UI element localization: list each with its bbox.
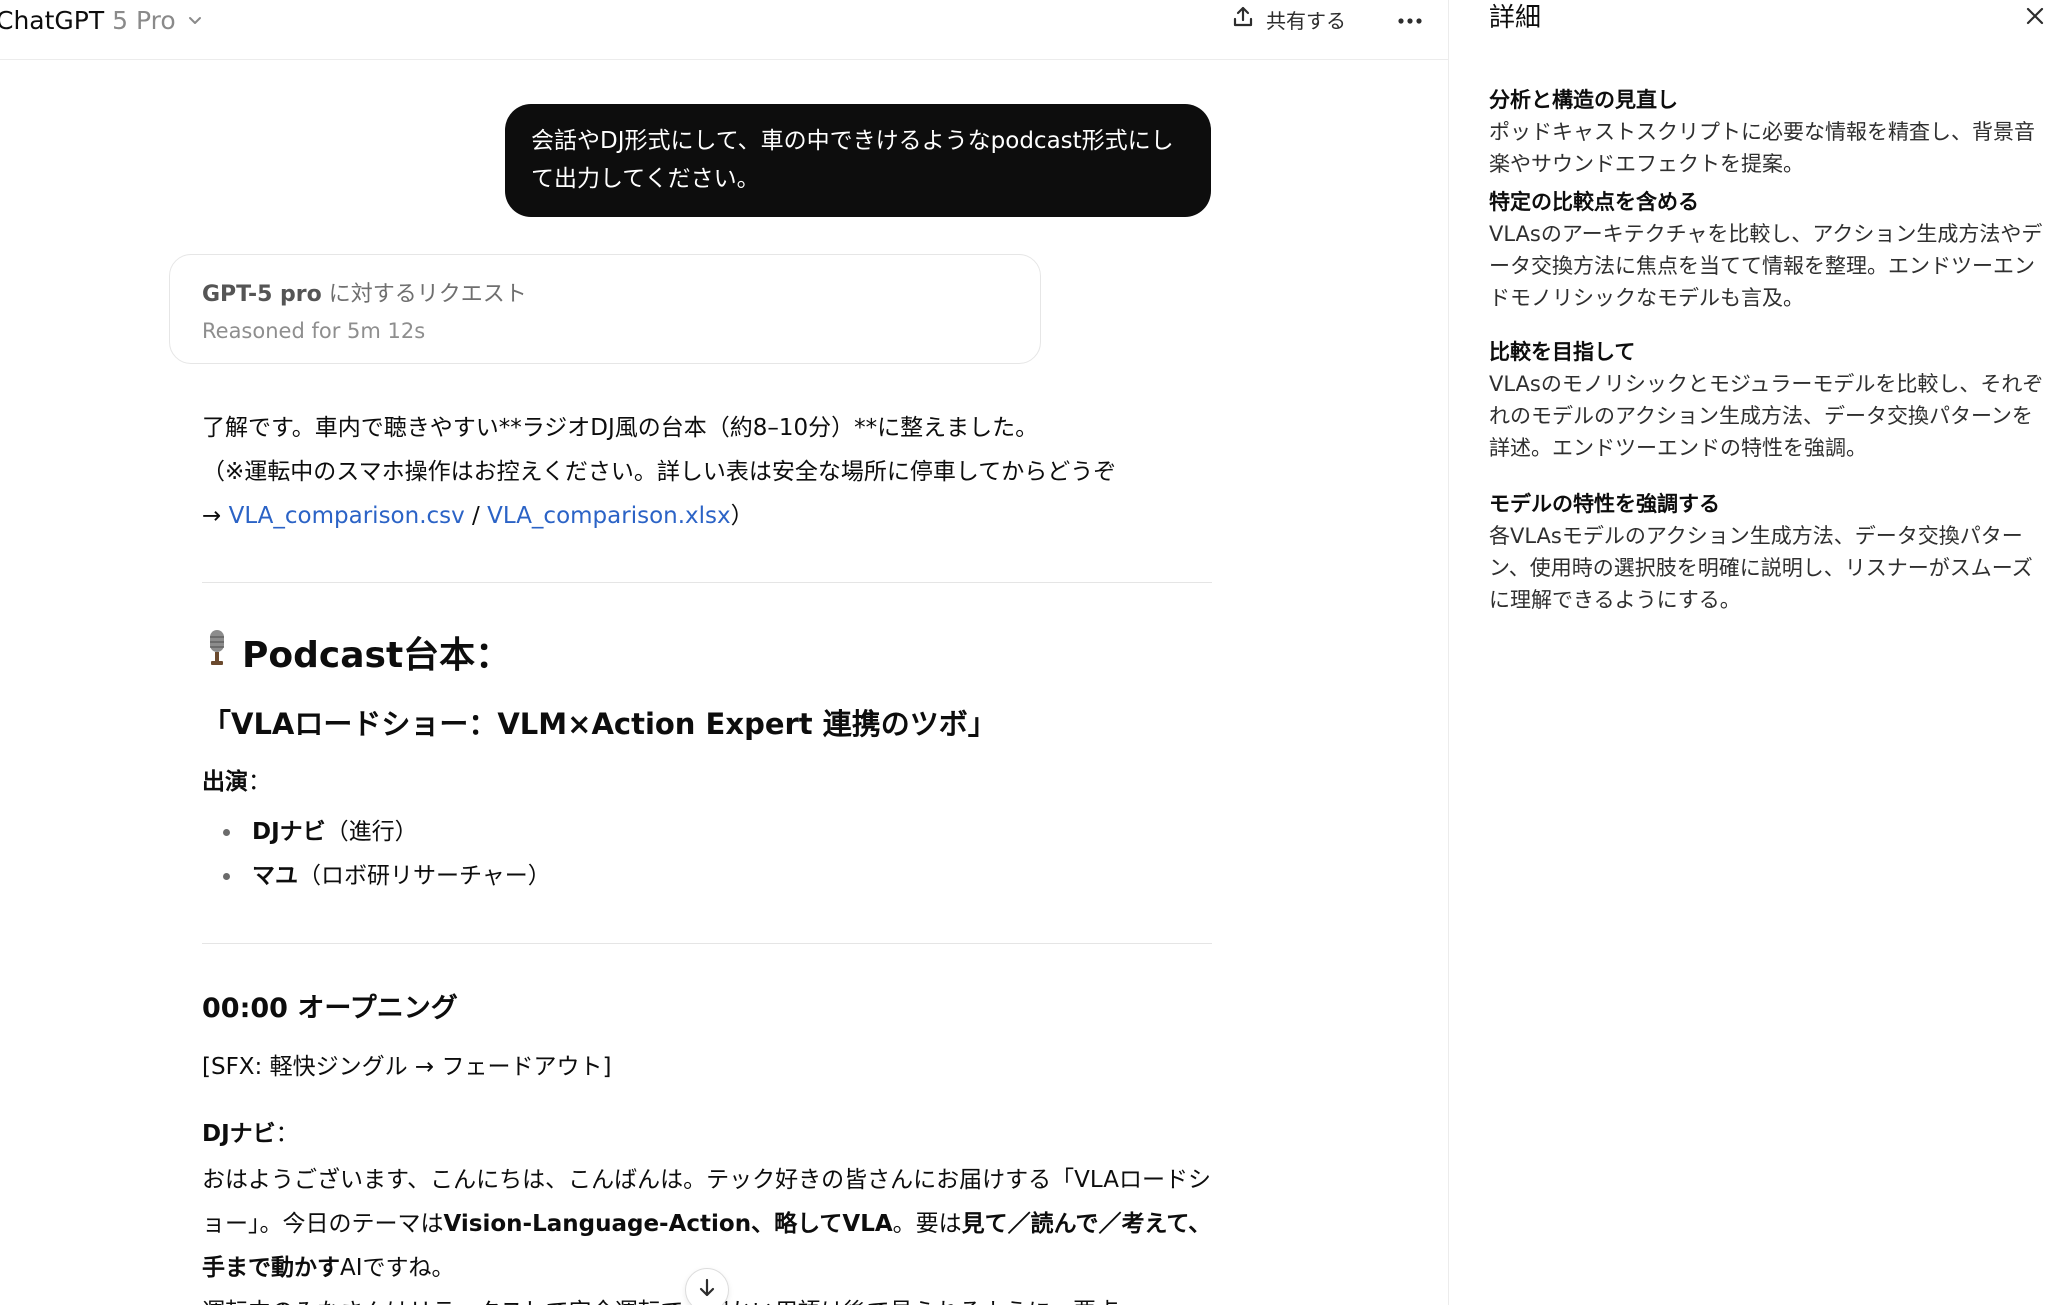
more-horizontal-icon (1397, 10, 1423, 29)
step-title: 分析と構造の見直し (1489, 88, 1678, 112)
arrow-down-icon (696, 1277, 718, 1303)
top-bar: ChatGPT 5 Pro 共有する (0, 0, 1448, 60)
step-title: モデルの特性を強調する (1489, 492, 1720, 516)
share-icon (1230, 4, 1256, 35)
microphone-icon (202, 628, 232, 683)
sfx-cue: [SFX: 軽快ジングル → フェードアウト] (202, 1054, 612, 1080)
intro-line-2: （※運転中のスマホ操作はお控えください。詳しい表は安全な場所に停車してからどうぞ (202, 459, 1117, 485)
dj-text-bold-1: Vision-Language-Action、略してVLA (443, 1211, 893, 1237)
reasoning-step: 比較を目指して VLAsのモノリシックとモジュラーモデルを比較し、それぞれのモデ… (1489, 336, 2045, 464)
list-item: DJナビ（進行） (220, 810, 551, 854)
chevron-down-icon (184, 6, 204, 35)
step-body: VLAsのアーキテクチャを比較し、アクション生成方法やデータ交換方法に焦点を当て… (1489, 222, 2043, 310)
more-options-button[interactable] (1390, 2, 1430, 36)
app-brand: ChatGPT (0, 5, 105, 35)
reasoning-duration: Reasoned for 5m 12s (202, 319, 426, 343)
step-title: 比較を目指して (1489, 340, 1636, 364)
divider (202, 582, 1212, 583)
cast-role: （ロボ研リサーチャー） (298, 863, 551, 889)
reasoning-card[interactable]: GPT-5 pro に対するリクエスト Reasoned for 5m 12s (169, 254, 1041, 364)
model-switcher[interactable]: ChatGPT 5 Pro (0, 2, 204, 38)
chat-main: ChatGPT 5 Pro 共有する 会話やDJ形式にして、車の中できけるような… (0, 0, 1448, 1305)
assistant-intro: 了解です。車内で聴きやすい**ラジオDJ風の台本（約8–10分）**に整えました… (202, 406, 1212, 538)
user-message-bubble: 会話やDJ形式にして、車の中できけるようなpodcast形式にして出力してくださ… (505, 104, 1211, 217)
step-body: ポッドキャストスクリプトに必要な情報を精査し、背景音楽やサウンドエフェクトを提案… (1489, 120, 2035, 176)
csv-download-link[interactable]: VLA_comparison.csv (229, 503, 465, 529)
arrow-text: → (202, 503, 229, 529)
close-button[interactable] (2019, 2, 2048, 34)
opening-heading: 00:00 オープニング (202, 993, 458, 1024)
cast-name: DJナビ (252, 819, 326, 845)
reasoning-step: 分析と構造の見直し ポッドキャストスクリプトに必要な情報を精査し、背景音楽やサウ… (1489, 84, 2045, 180)
xlsx-download-link[interactable]: VLA_comparison.xlsx (487, 503, 731, 529)
cast-label-text: 出演 (202, 769, 248, 795)
podcast-heading-text: Podcast台本： (242, 634, 512, 676)
share-button[interactable]: 共有する (1230, 2, 1346, 36)
dj-text-3: AIですね。 (340, 1255, 455, 1281)
cast-name: マユ (252, 863, 298, 889)
link-separator: / (464, 503, 488, 529)
step-title: 特定の比較点を含める (1489, 190, 1699, 214)
model-variant: 5 Pro (112, 5, 176, 35)
reasoning-request-label: に対するリクエスト (321, 282, 527, 307)
intro-line-3: → VLA_comparison.csv / VLA_comparison.xl… (202, 494, 1212, 538)
close-icon (2024, 5, 2046, 31)
speaker-colon: ： (275, 1121, 299, 1147)
cast-role: （進行） (325, 819, 418, 845)
cast-label: 出演： (202, 762, 271, 802)
speaker-label: DJナビ： (202, 1114, 299, 1154)
scroll-to-bottom-button[interactable] (685, 1268, 729, 1305)
reasoning-model: GPT-5 pro (202, 282, 322, 307)
list-item: マユ（ロボ研リサーチャー） (220, 854, 551, 898)
step-body: VLAsのモノリシックとモジュラーモデルを比較し、それぞれのモデルのアクション生… (1489, 372, 2044, 460)
cast-list: DJナビ（進行） マユ（ロボ研リサーチャー） (220, 810, 551, 898)
reasoning-step: 特定の比較点を含める VLAsのアーキテクチャを比較し、アクション生成方法やデー… (1489, 186, 2045, 314)
podcast-heading: Podcast台本： (202, 628, 511, 683)
share-label: 共有する (1266, 8, 1346, 33)
divider (202, 943, 1212, 944)
step-body: 各VLAsモデルのアクション生成方法、データ交換パターン、使用時の選択肢を明確に… (1489, 524, 2033, 612)
details-title: 詳細 (1489, 3, 1542, 33)
speaker-name: DJナビ (202, 1121, 276, 1147)
reasoning-step: モデルの特性を強調する 各VLAsモデルのアクション生成方法、データ交換パターン… (1489, 488, 2045, 616)
reasoning-title: GPT-5 pro に対するリクエスト (202, 277, 1008, 313)
episode-title: 「VLAロードショー：VLM×Action Expert 連携のツボ」 (202, 707, 997, 741)
cast-colon: ： (248, 769, 271, 795)
intro-line-1: 了解です。車内で聴きやすい**ラジオDJ風の台本（約8–10分）**に整えました… (202, 415, 1039, 441)
dj-text-2: 。要は (892, 1211, 962, 1237)
details-panel: 詳細 分析と構造の見直し ポッドキャストスクリプトに必要な情報を精査し、背景音楽… (1448, 0, 2048, 1305)
intro-close-paren: ） (730, 503, 754, 529)
